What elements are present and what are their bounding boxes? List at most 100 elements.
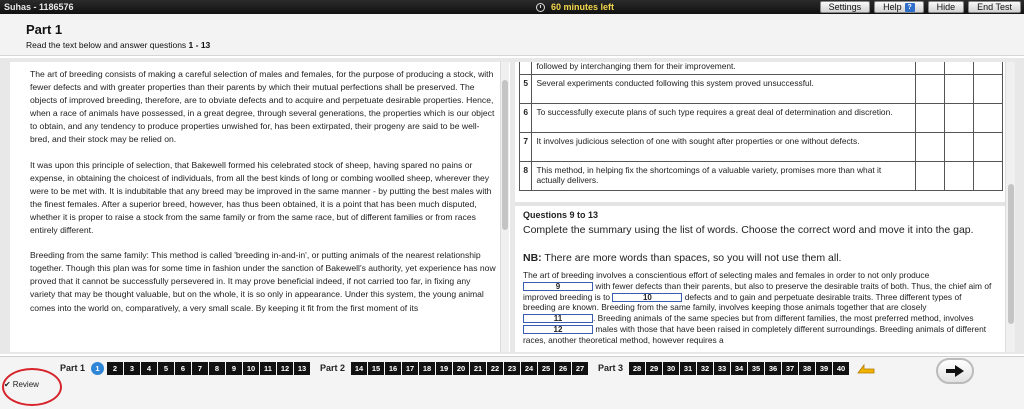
question-20-button[interactable]: 20 xyxy=(453,361,470,375)
question-39-button[interactable]: 39 xyxy=(816,361,833,375)
question-37-button[interactable]: 37 xyxy=(782,361,799,375)
question-14-button[interactable]: 14 xyxy=(351,361,368,375)
question-35-button[interactable]: 35 xyxy=(748,361,765,375)
gap-10[interactable]: 10 xyxy=(612,292,683,302)
question-19-button[interactable]: 19 xyxy=(436,361,453,375)
question-31-button[interactable]: 31 xyxy=(680,361,697,375)
option-cell[interactable] xyxy=(914,103,945,133)
table-row: followed by interchanging them for their… xyxy=(518,62,1004,75)
summary-text: The art of breeding involves a conscient… xyxy=(523,270,995,346)
table-row: 6 To successfully execute plans of such … xyxy=(518,103,1004,133)
question-17-button[interactable]: 17 xyxy=(402,361,419,375)
option-cell[interactable] xyxy=(914,62,945,75)
question-13-button[interactable]: 13 xyxy=(294,361,311,375)
question-11-button[interactable]: 11 xyxy=(260,361,277,375)
option-cell[interactable] xyxy=(943,62,974,75)
gap-11[interactable]: 11 xyxy=(523,314,593,324)
passage-paragraph: The art of breeding consists of making a… xyxy=(30,69,495,145)
option-cell[interactable] xyxy=(914,74,945,104)
question-navigator: Part 1 1 2 3 4 5 6 7 8 9 10 11 12 13 Part 2 14 15 16 17… xyxy=(60,360,877,376)
question-3-button[interactable]: 3 xyxy=(124,361,141,375)
gap-12[interactable]: 12 xyxy=(523,325,593,335)
part2-questions: 14 15 16 17 18 19 20 21 22 23 24 25 26 27 xyxy=(351,361,589,375)
question-27-button[interactable]: 27 xyxy=(572,361,589,375)
question-1-button[interactable]: 1 xyxy=(91,361,105,375)
part-header: Part 1 Read the text below and answer qu… xyxy=(0,14,1024,56)
passage-scroll-thumb[interactable] xyxy=(502,80,508,230)
question-22-button[interactable]: 22 xyxy=(487,361,504,375)
arrow-right-icon xyxy=(946,365,964,377)
reading-passage[interactable]: The art of breeding consists of making a… xyxy=(10,62,510,352)
question-16-button[interactable]: 16 xyxy=(385,361,402,375)
row-number: 7 xyxy=(518,132,533,162)
question-6-button[interactable]: 6 xyxy=(175,361,192,375)
settings-button[interactable]: Settings xyxy=(819,1,871,13)
part1-label: Part 1 xyxy=(60,363,86,373)
question-30-button[interactable]: 30 xyxy=(663,361,680,375)
instruction-text: Read the text below and answer questions xyxy=(26,40,189,50)
note-label: NB: xyxy=(523,252,542,264)
questions-scrollbar[interactable] xyxy=(1005,62,1015,352)
question-40-button[interactable]: 40 xyxy=(833,361,850,375)
question-38-button[interactable]: 38 xyxy=(799,361,816,375)
question-24-button[interactable]: 24 xyxy=(521,361,538,375)
option-cell[interactable] xyxy=(943,132,974,162)
option-cell[interactable] xyxy=(943,103,974,133)
option-cell[interactable] xyxy=(914,132,945,162)
option-cell[interactable] xyxy=(943,74,974,104)
option-cell[interactable] xyxy=(972,74,1004,104)
option-cell[interactable] xyxy=(972,161,1004,191)
table-row: 7 It involves judicious selection of one… xyxy=(518,132,1004,162)
question-34-button[interactable]: 34 xyxy=(731,361,748,375)
clock-icon xyxy=(535,2,545,12)
question-23-button[interactable]: 23 xyxy=(504,361,521,375)
part3-label: Part 3 xyxy=(598,363,624,373)
question-29-button[interactable]: 29 xyxy=(646,361,663,375)
row-number: 8 xyxy=(518,161,533,191)
question-7-button[interactable]: 7 xyxy=(192,361,209,375)
option-cell[interactable] xyxy=(972,103,1004,133)
question-15-button[interactable]: 15 xyxy=(368,361,385,375)
question-26-button[interactable]: 26 xyxy=(555,361,572,375)
help-button[interactable]: Help ? xyxy=(874,1,924,13)
passage-scrollbar[interactable] xyxy=(500,62,509,352)
row-statement: Several experiments conducted following … xyxy=(531,74,916,104)
option-cell[interactable] xyxy=(972,132,1004,162)
question-21-button[interactable]: 21 xyxy=(470,361,487,375)
question-33-button[interactable]: 33 xyxy=(714,361,731,375)
section-divider xyxy=(515,202,1005,206)
question-2-button[interactable]: 2 xyxy=(107,361,124,375)
question-4-button[interactable]: 4 xyxy=(141,361,158,375)
question-10-button[interactable]: 10 xyxy=(243,361,260,375)
part3-questions: 28 29 30 31 32 33 34 35 36 37 38 39 40 xyxy=(629,361,850,375)
questions-scroll-thumb[interactable] xyxy=(1008,184,1014,324)
question-18-button[interactable]: 18 xyxy=(419,361,436,375)
table-row: 5 Several experiments conducted followin… xyxy=(518,74,1004,104)
question-36-button[interactable]: 36 xyxy=(765,361,782,375)
row-statement: It involves judicious selection of one w… xyxy=(531,132,916,162)
timer-text: 60 minutes left xyxy=(550,2,615,12)
end-test-button[interactable]: End Test xyxy=(968,1,1021,13)
passage-paragraph: It was upon this principle of selection,… xyxy=(30,159,492,236)
question-9-button[interactable]: 9 xyxy=(226,361,243,375)
questions-panel[interactable]: followed by interchanging them for their… xyxy=(515,62,1005,352)
help-icon: ? xyxy=(904,2,915,12)
question-8-button[interactable]: 8 xyxy=(209,361,226,375)
option-cell[interactable] xyxy=(914,161,945,191)
gap-9[interactable]: 9 xyxy=(523,282,593,292)
question-28-button[interactable]: 28 xyxy=(629,361,646,375)
part-instruction: Read the text below and answer questions… xyxy=(26,40,210,50)
question-5-button[interactable]: 5 xyxy=(158,361,175,375)
question-25-button[interactable]: 25 xyxy=(538,361,555,375)
question-12-button[interactable]: 12 xyxy=(277,361,294,375)
summary-segment: The art of breeding involves a conscient… xyxy=(523,270,930,280)
part2-label: Part 2 xyxy=(320,363,346,373)
hide-button[interactable]: Hide xyxy=(927,1,965,13)
option-cell[interactable] xyxy=(943,161,974,191)
option-cell[interactable] xyxy=(972,62,1004,75)
question-32-button[interactable]: 32 xyxy=(697,361,714,375)
next-button[interactable] xyxy=(936,358,974,384)
help-label: Help xyxy=(883,2,902,12)
row-statement: To successfully execute plans of such ty… xyxy=(531,103,916,133)
flag-icon[interactable] xyxy=(855,360,877,376)
